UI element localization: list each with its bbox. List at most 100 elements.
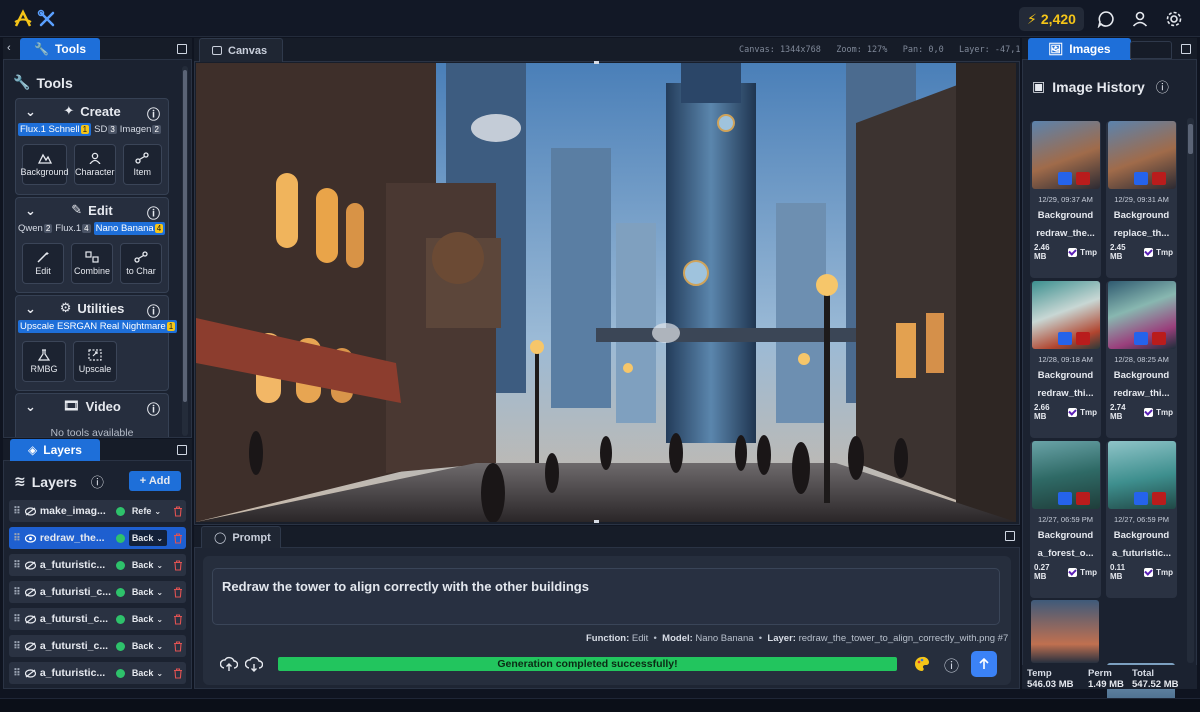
item-button[interactable]: Item bbox=[122, 144, 162, 185]
eye-off-icon[interactable] bbox=[24, 641, 36, 651]
blend-mode-select[interactable]: Back ⌄ bbox=[129, 584, 167, 600]
history-thumbnail[interactable] bbox=[1107, 281, 1176, 349]
model-chip[interactable]: Flux.1 Schnell 1 bbox=[18, 123, 92, 136]
info-icon[interactable]: ⓘ bbox=[147, 104, 160, 123]
model-chip[interactable]: Imagen 2 bbox=[120, 124, 161, 135]
trash-icon[interactable] bbox=[173, 667, 183, 679]
download-icon[interactable] bbox=[244, 655, 264, 676]
trash-icon[interactable] bbox=[173, 505, 183, 517]
canvas-image[interactable] bbox=[196, 63, 1016, 522]
section-video-header[interactable]: ⌄ 🎞 Video ⓘ bbox=[16, 394, 168, 418]
to-char-button[interactable]: to Char bbox=[120, 243, 162, 284]
blend-mode-select[interactable]: Back ⌄ bbox=[129, 665, 167, 681]
section-utilities-header[interactable]: ⌄ ⚙ Utilities ⓘ bbox=[16, 296, 168, 320]
layer-row[interactable]: ⠿ a_futuristic... Back ⌄ bbox=[9, 554, 186, 576]
delete-icon[interactable] bbox=[1075, 332, 1090, 345]
user-icon[interactable] bbox=[1130, 9, 1150, 29]
info-icon[interactable]: ⓘ bbox=[147, 399, 160, 418]
tools-scrollbar-thumb[interactable] bbox=[183, 70, 187, 402]
download-icon[interactable] bbox=[1057, 172, 1072, 185]
combine-button[interactable]: Combine bbox=[71, 243, 113, 284]
credits-badge[interactable]: ⚡ 2,420 bbox=[1019, 7, 1084, 31]
delete-icon[interactable] bbox=[1151, 332, 1166, 345]
tmp-toggle[interactable]: Tmp bbox=[1144, 567, 1173, 577]
add-layer-button[interactable]: + Add bbox=[129, 471, 181, 491]
trash-icon[interactable] bbox=[173, 559, 183, 571]
collapse-left-icon[interactable]: ‹ bbox=[7, 42, 11, 54]
drag-handle-icon[interactable]: ⠿ bbox=[13, 668, 21, 679]
layer-row[interactable]: ⠿ make_imag... Refe ⌄ bbox=[9, 500, 186, 522]
delete-icon[interactable] bbox=[1075, 492, 1090, 505]
download-icon[interactable] bbox=[1133, 492, 1148, 505]
tab-canvas[interactable]: Canvas bbox=[199, 38, 283, 62]
history-thumbnail[interactable] bbox=[1031, 600, 1099, 663]
layer-row[interactable]: ⠿ a_futuristic... Back ⌄ bbox=[9, 662, 186, 684]
resize-handle-bottom[interactable] bbox=[594, 520, 599, 523]
history-card[interactable]: 12/27, 06:59 PM Background a_forest_o... 0.… bbox=[1030, 441, 1101, 598]
download-icon[interactable] bbox=[1133, 172, 1148, 185]
eye-off-icon[interactable] bbox=[24, 560, 36, 570]
history-card[interactable]: 12/27, 06:59 PM Background a_futuristic...… bbox=[1106, 441, 1177, 598]
chat-icon[interactable] bbox=[1096, 9, 1116, 29]
history-card[interactable]: 12/28, 09:18 AM Background redraw_thi... 2.… bbox=[1030, 281, 1101, 438]
tmp-toggle[interactable]: Tmp bbox=[1068, 407, 1097, 417]
download-icon[interactable] bbox=[1057, 492, 1072, 505]
layer-row[interactable]: ⠿ a_futuristi_c... Back ⌄ bbox=[9, 581, 186, 603]
download-icon[interactable] bbox=[1057, 332, 1072, 345]
images-scrollbar[interactable] bbox=[1187, 118, 1194, 663]
prompt-input[interactable]: Redraw the tower to align correctly with… bbox=[212, 568, 1000, 625]
info-icon[interactable]: ⓘ bbox=[944, 655, 959, 676]
trash-icon[interactable] bbox=[173, 640, 183, 652]
images-scrollbar-thumb[interactable] bbox=[1188, 124, 1193, 154]
history-thumbnail[interactable] bbox=[1031, 281, 1100, 349]
logo-icon[interactable] bbox=[12, 8, 34, 30]
layer-row[interactable]: ⠿ a_futursti_c... Back ⌄ bbox=[9, 635, 186, 657]
upscale-button[interactable]: Upscale bbox=[73, 341, 117, 382]
maximize-icon[interactable] bbox=[1005, 531, 1015, 541]
info-icon[interactable]: ⓘ bbox=[147, 301, 160, 320]
model-chip[interactable]: Qwen 2 bbox=[18, 223, 53, 234]
info-icon[interactable]: ⓘ bbox=[147, 203, 160, 222]
send-button[interactable] bbox=[971, 651, 997, 677]
chevron-down-icon[interactable]: ⌄ bbox=[25, 399, 36, 415]
model-chip[interactable]: SD 3 bbox=[94, 124, 117, 135]
eye-off-icon[interactable] bbox=[24, 668, 36, 678]
tab-images[interactable]: 🖼 Images bbox=[1028, 38, 1131, 60]
eye-off-icon[interactable] bbox=[24, 614, 36, 624]
tmp-toggle[interactable]: Tmp bbox=[1144, 407, 1173, 417]
rmbg-button[interactable]: RMBG bbox=[22, 341, 66, 382]
resize-handle-top[interactable] bbox=[594, 61, 599, 64]
chevron-down-icon[interactable]: ⌄ bbox=[25, 104, 36, 120]
trash-icon[interactable] bbox=[173, 532, 183, 544]
chevron-down-icon[interactable]: ⌄ bbox=[25, 301, 36, 317]
history-thumbnail[interactable] bbox=[1031, 441, 1100, 509]
section-edit-header[interactable]: ⌄ ✎ Edit ⓘ bbox=[16, 198, 168, 222]
eye-off-icon[interactable] bbox=[24, 587, 36, 597]
tab-prompt[interactable]: ◯ Prompt bbox=[201, 526, 281, 548]
background-button[interactable]: Background bbox=[20, 144, 69, 185]
layer-row[interactable]: ⠿ redraw_the... Back ⌄ bbox=[9, 527, 186, 549]
delete-icon[interactable] bbox=[1151, 492, 1166, 505]
layer-row[interactable]: ⠿ a_futursti_c... Back ⌄ bbox=[9, 608, 186, 630]
edit-button[interactable]: Edit bbox=[22, 243, 64, 284]
palette-icon[interactable] bbox=[913, 655, 931, 676]
tab-layers[interactable]: ◈ Layers bbox=[10, 439, 100, 461]
history-thumbnail[interactable] bbox=[1107, 441, 1176, 509]
section-create-header[interactable]: ⌄ ✦ Create ⓘ bbox=[16, 99, 168, 123]
model-chip[interactable]: Upscale ESRGAN Real Nightmare 1 bbox=[18, 320, 178, 333]
tab-secondary[interactable] bbox=[1130, 41, 1172, 59]
history-thumbnail[interactable] bbox=[1031, 121, 1100, 189]
history-card[interactable]: 12/29, 09:37 AM Background redraw_the... 2.… bbox=[1030, 121, 1101, 278]
info-icon[interactable]: ⓘ bbox=[91, 472, 104, 491]
blend-mode-select[interactable]: Back ⌄ bbox=[129, 611, 167, 627]
settings-icon[interactable] bbox=[1164, 9, 1184, 29]
drag-handle-icon[interactable]: ⠿ bbox=[13, 533, 21, 544]
trash-icon[interactable] bbox=[173, 613, 183, 625]
history-thumbnail[interactable] bbox=[1107, 121, 1176, 189]
maximize-icon[interactable] bbox=[177, 445, 187, 455]
info-icon[interactable]: ⓘ bbox=[1156, 77, 1169, 96]
blend-mode-select[interactable]: Back ⌄ bbox=[128, 530, 167, 546]
upload-icon[interactable] bbox=[219, 655, 239, 676]
drag-handle-icon[interactable]: ⠿ bbox=[13, 587, 21, 598]
history-card[interactable]: 12/28, 08:25 AM Background redraw_thi... 2.… bbox=[1106, 281, 1177, 438]
